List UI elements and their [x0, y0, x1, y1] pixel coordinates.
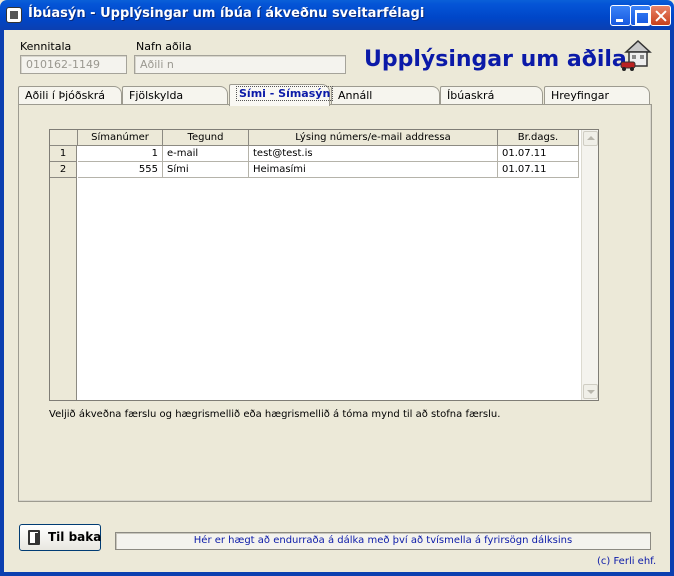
scroll-down-button[interactable] — [583, 384, 598, 399]
column-header-lysing[interactable]: Lýsing númers/e-mail addressa — [249, 130, 498, 146]
back-button[interactable]: Til baka — [19, 524, 101, 551]
tab-adili-i-thjodskra[interactable]: Aðili í Þjóðskrá — [18, 86, 122, 105]
title-bar[interactable]: Íbúasýn - Upplýsingar um íbúa í ákveðnu … — [0, 0, 674, 30]
kennitala-field[interactable]: 010162-1149 — [20, 55, 127, 74]
phone-grid[interactable]: Símanúmer Tegund Lýsing númers/e-mail ad… — [49, 129, 599, 401]
window-frame-right — [670, 30, 674, 576]
table-cell[interactable]: 01.07.11 — [498, 162, 579, 178]
table-cell[interactable]: 1 — [78, 146, 163, 162]
grid-corner — [50, 130, 78, 146]
column-header-tegund[interactable]: Tegund — [163, 130, 249, 146]
window-title: Íbúasýn - Upplýsingar um íbúa í ákveðnu … — [28, 6, 425, 21]
app-icon[interactable] — [6, 7, 22, 23]
tab-fjolskylda[interactable]: Fjölskylda — [122, 86, 228, 105]
minimize-button[interactable] — [610, 5, 631, 26]
page-title: Upplýsingar um aðila — [364, 47, 627, 72]
vertical-scrollbar[interactable] — [581, 130, 598, 400]
tab-simi-label: Sími - Símasýn — [236, 86, 334, 101]
row-number[interactable]: 2 — [50, 162, 77, 178]
column-header-simanumer[interactable]: Símanúmer — [78, 130, 163, 146]
table-cell[interactable]: Heimasími — [249, 162, 498, 178]
window-frame-left — [0, 30, 4, 576]
table-cell[interactable]: Sími — [163, 162, 249, 178]
tab-hreyfingar[interactable]: Hreyfingar — [544, 86, 650, 105]
table-cell[interactable]: e-mail — [163, 146, 249, 162]
window-frame-bottom — [0, 572, 674, 576]
door-exit-icon — [28, 530, 40, 545]
tab-simi-simasyn[interactable]: Sími - Símasýn — [229, 84, 334, 106]
maximize-button[interactable] — [630, 5, 651, 26]
nafn-label: Nafn aðila — [136, 40, 192, 53]
kennitala-label: Kennitala — [20, 40, 72, 53]
hint-text: Veljið ákveðna færslu og hægrismellið eð… — [49, 409, 501, 420]
status-bar: Hér er hægt að endurraða á dálka með því… — [115, 532, 651, 550]
nafn-field[interactable]: Aðili n — [134, 55, 346, 74]
row-number[interactable]: 1 — [50, 146, 77, 162]
tab-strip: Aðili í Þjóðskrá Fjölskylda Sími - Símas… — [18, 84, 652, 106]
tab-ibuaskra[interactable]: Íbúaskrá — [440, 86, 543, 105]
column-header-br-dags[interactable]: Br.dags. — [498, 130, 579, 146]
copyright-text: (c) Ferli ehf. — [597, 556, 657, 567]
back-button-label: Til baka — [48, 530, 102, 544]
close-button[interactable] — [650, 5, 671, 26]
tab-annall[interactable]: Annáll — [331, 86, 440, 105]
scroll-up-button[interactable] — [583, 131, 598, 146]
table-cell[interactable]: test@test.is — [249, 146, 498, 162]
table-cell[interactable]: 555 — [78, 162, 163, 178]
table-cell[interactable]: 01.07.11 — [498, 146, 579, 162]
house-car-icon — [620, 39, 652, 71]
